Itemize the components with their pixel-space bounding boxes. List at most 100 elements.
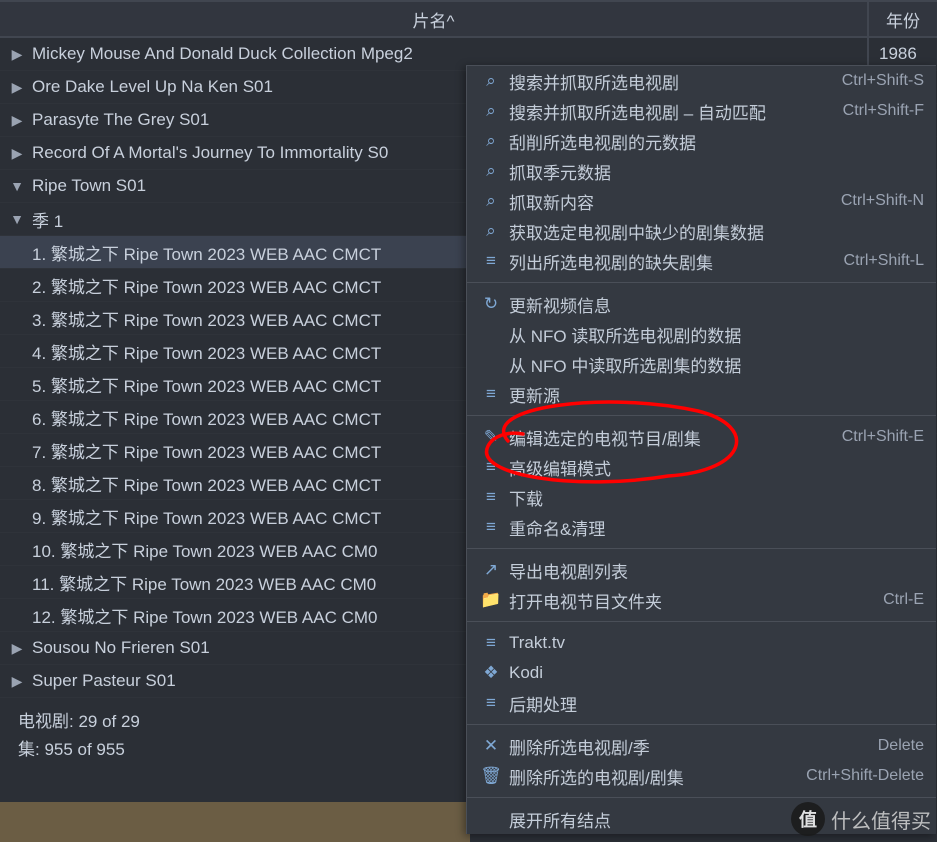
row-label: 4. 繁城之下 Ripe Town 2023 WEB AAC CMCT	[32, 339, 381, 364]
menu-separator	[467, 724, 936, 725]
list-icon: ≡	[477, 517, 505, 537]
row-label: Ripe Town S01	[32, 176, 146, 196]
row-label: Super Pasteur S01	[32, 671, 176, 691]
menu-item-label: 列出所选电视剧的缺失剧集	[505, 249, 844, 274]
chevron-right-icon[interactable]: ▶	[8, 673, 26, 690]
menu-separator	[467, 282, 936, 283]
menu-item-shortcut: Delete	[878, 737, 924, 755]
menu-item-label: Kodi	[505, 663, 924, 683]
menu-item-label: 后期处理	[505, 691, 924, 716]
menu-item-label: 重命名&清理	[505, 515, 924, 540]
menu-item-shortcut: Ctrl+Shift-S	[842, 72, 924, 90]
context-menu[interactable]: ⌕搜索并抓取所选电视剧Ctrl+Shift-S⌕搜索并抓取所选电视剧 – 自动匹…	[466, 65, 936, 834]
chevron-right-icon[interactable]: ▶	[8, 112, 26, 129]
col-header-title[interactable]: 片名^	[0, 2, 869, 36]
menu-item-label: 下载	[505, 485, 924, 510]
edit-icon: ✎	[477, 427, 505, 447]
list-icon: ≡	[477, 457, 505, 477]
menu-item[interactable]: 从 NFO 读取所选电视剧的数据	[467, 319, 936, 349]
menu-item[interactable]: ≡重命名&清理	[467, 512, 936, 542]
menu-item[interactable]: ⌕搜索并抓取所选电视剧 – 自动匹配Ctrl+Shift-F	[467, 96, 936, 126]
menu-item-label: 高级编辑模式	[505, 455, 924, 480]
menu-item[interactable]: ⌕抓取新内容Ctrl+Shift-N	[467, 186, 936, 216]
menu-item[interactable]: ❖Kodi	[467, 658, 936, 688]
list-icon: ≡	[477, 251, 505, 271]
menu-item-label: 导出电视剧列表	[505, 558, 924, 583]
search-icon: ⌕	[477, 71, 505, 91]
chevron-right-icon[interactable]: ▶	[8, 46, 26, 63]
trash-icon: 🗑	[477, 766, 505, 786]
row-label: 10. 繁城之下 Ripe Town 2023 WEB AAC CM0	[32, 537, 378, 562]
search-icon: ⌕	[477, 161, 505, 181]
menu-separator	[467, 415, 936, 416]
menu-item[interactable]: ≡更新源	[467, 379, 936, 409]
menu-item-shortcut: Ctrl-E	[883, 591, 924, 609]
menu-item[interactable]: ✕删除所选电视剧/季Delete	[467, 731, 936, 761]
menu-item[interactable]: ↻更新视频信息	[467, 289, 936, 319]
menu-item[interactable]: ≡后期处理	[467, 688, 936, 718]
col-header-title-label: 片名^	[413, 7, 455, 32]
menu-item[interactable]: 📁打开电视节目文件夹Ctrl-E	[467, 585, 936, 615]
list-icon: ≡	[477, 384, 505, 404]
row-label: Record Of A Mortal's Journey To Immortal…	[32, 143, 388, 163]
watermark-text: 什么值得买	[831, 805, 931, 834]
menu-item[interactable]: ↗导出电视剧列表	[467, 555, 936, 585]
menu-item[interactable]: ≡下载	[467, 482, 936, 512]
menu-item-shortcut: Ctrl+Shift-L	[844, 252, 924, 270]
menu-item[interactable]: ⌕抓取季元数据	[467, 156, 936, 186]
menu-item[interactable]: ✎编辑选定的电视节目/剧集Ctrl+Shift-E	[467, 422, 936, 452]
menu-item-label: 编辑选定的电视节目/剧集	[505, 425, 842, 450]
menu-item[interactable]: ⌕搜索并抓取所选电视剧Ctrl+Shift-S	[467, 66, 936, 96]
row-label: Ore Dake Level Up Na Ken S01	[32, 77, 273, 97]
menu-item-label: 从 NFO 中读取所选剧集的数据	[505, 352, 924, 377]
chevron-down-icon[interactable]: ▼	[8, 211, 26, 227]
kodi-icon: ❖	[477, 663, 505, 683]
menu-item[interactable]: ⌕获取选定电视剧中缺少的剧集数据	[467, 216, 936, 246]
row-label: 7. 繁城之下 Ripe Town 2023 WEB AAC CMCT	[32, 438, 381, 463]
row-label: 2. 繁城之下 Ripe Town 2023 WEB AAC CMCT	[32, 273, 381, 298]
row-label: Parasyte The Grey S01	[32, 110, 209, 130]
menu-item-label: 搜索并抓取所选电视剧	[505, 69, 842, 94]
menu-item-label: 抓取新内容	[505, 189, 841, 214]
row-label: 5. 繁城之下 Ripe Town 2023 WEB AAC CMCT	[32, 372, 381, 397]
menu-item-label: 更新源	[505, 382, 924, 407]
menu-item-shortcut: Ctrl+Shift-F	[843, 102, 924, 120]
menu-item[interactable]: ≡Trakt.tv	[467, 628, 936, 658]
chevron-down-icon[interactable]: ▼	[8, 178, 26, 194]
menu-item-label: 搜索并抓取所选电视剧 – 自动匹配	[505, 99, 843, 124]
col-header-year[interactable]: 年份	[869, 2, 937, 36]
chevron-right-icon[interactable]: ▶	[8, 145, 26, 162]
menu-item[interactable]: 🗑删除所选的电视剧/剧集Ctrl+Shift-Delete	[467, 761, 936, 791]
menu-item-label: 获取选定电视剧中缺少的剧集数据	[505, 219, 924, 244]
menu-item[interactable]: ≡高级编辑模式	[467, 452, 936, 482]
menu-separator	[467, 797, 936, 798]
search-icon: ⌕	[477, 191, 505, 211]
table-header: 片名^ 年份	[0, 0, 937, 38]
refresh-icon: ↻	[477, 294, 505, 314]
row-label: 季 1	[32, 207, 63, 232]
menu-item[interactable]: 从 NFO 中读取所选剧集的数据	[467, 349, 936, 379]
menu-item[interactable]: ≡列出所选电视剧的缺失剧集Ctrl+Shift-L	[467, 246, 936, 276]
menu-item-shortcut: Ctrl+Shift-E	[842, 428, 924, 446]
search-icon: ⌕	[477, 131, 505, 151]
menu-item-shortcut: Ctrl+Shift-Delete	[806, 767, 924, 785]
row-label: 12. 繁城之下 Ripe Town 2023 WEB AAC CM0	[32, 603, 378, 628]
menu-separator	[467, 548, 936, 549]
row-label: 11. 繁城之下 Ripe Town 2023 WEB AAC CM0	[32, 570, 376, 595]
row-label: 1. 繁城之下 Ripe Town 2023 WEB AAC CMCT	[32, 240, 381, 265]
close-icon: ✕	[477, 736, 505, 756]
menu-item[interactable]: ⌕刮削所选电视剧的元数据	[467, 126, 936, 156]
menu-item-label: 更新视频信息	[505, 292, 924, 317]
row-label: 3. 繁城之下 Ripe Town 2023 WEB AAC CMCT	[32, 306, 381, 331]
menu-item-label: 从 NFO 读取所选电视剧的数据	[505, 322, 924, 347]
chevron-right-icon[interactable]: ▶	[8, 640, 26, 657]
row-year: 1986	[869, 44, 937, 64]
search-icon: ⌕	[477, 221, 505, 241]
row-label: 9. 繁城之下 Ripe Town 2023 WEB AAC CMCT	[32, 504, 381, 529]
watermark-badge-icon: 值	[791, 802, 825, 836]
menu-item-label: 刮削所选电视剧的元数据	[505, 129, 924, 154]
row-label: 8. 繁城之下 Ripe Town 2023 WEB AAC CMCT	[32, 471, 381, 496]
chevron-right-icon[interactable]: ▶	[8, 79, 26, 96]
list-icon: ≡	[477, 633, 505, 653]
menu-item-shortcut: Ctrl+Shift-N	[841, 192, 924, 210]
